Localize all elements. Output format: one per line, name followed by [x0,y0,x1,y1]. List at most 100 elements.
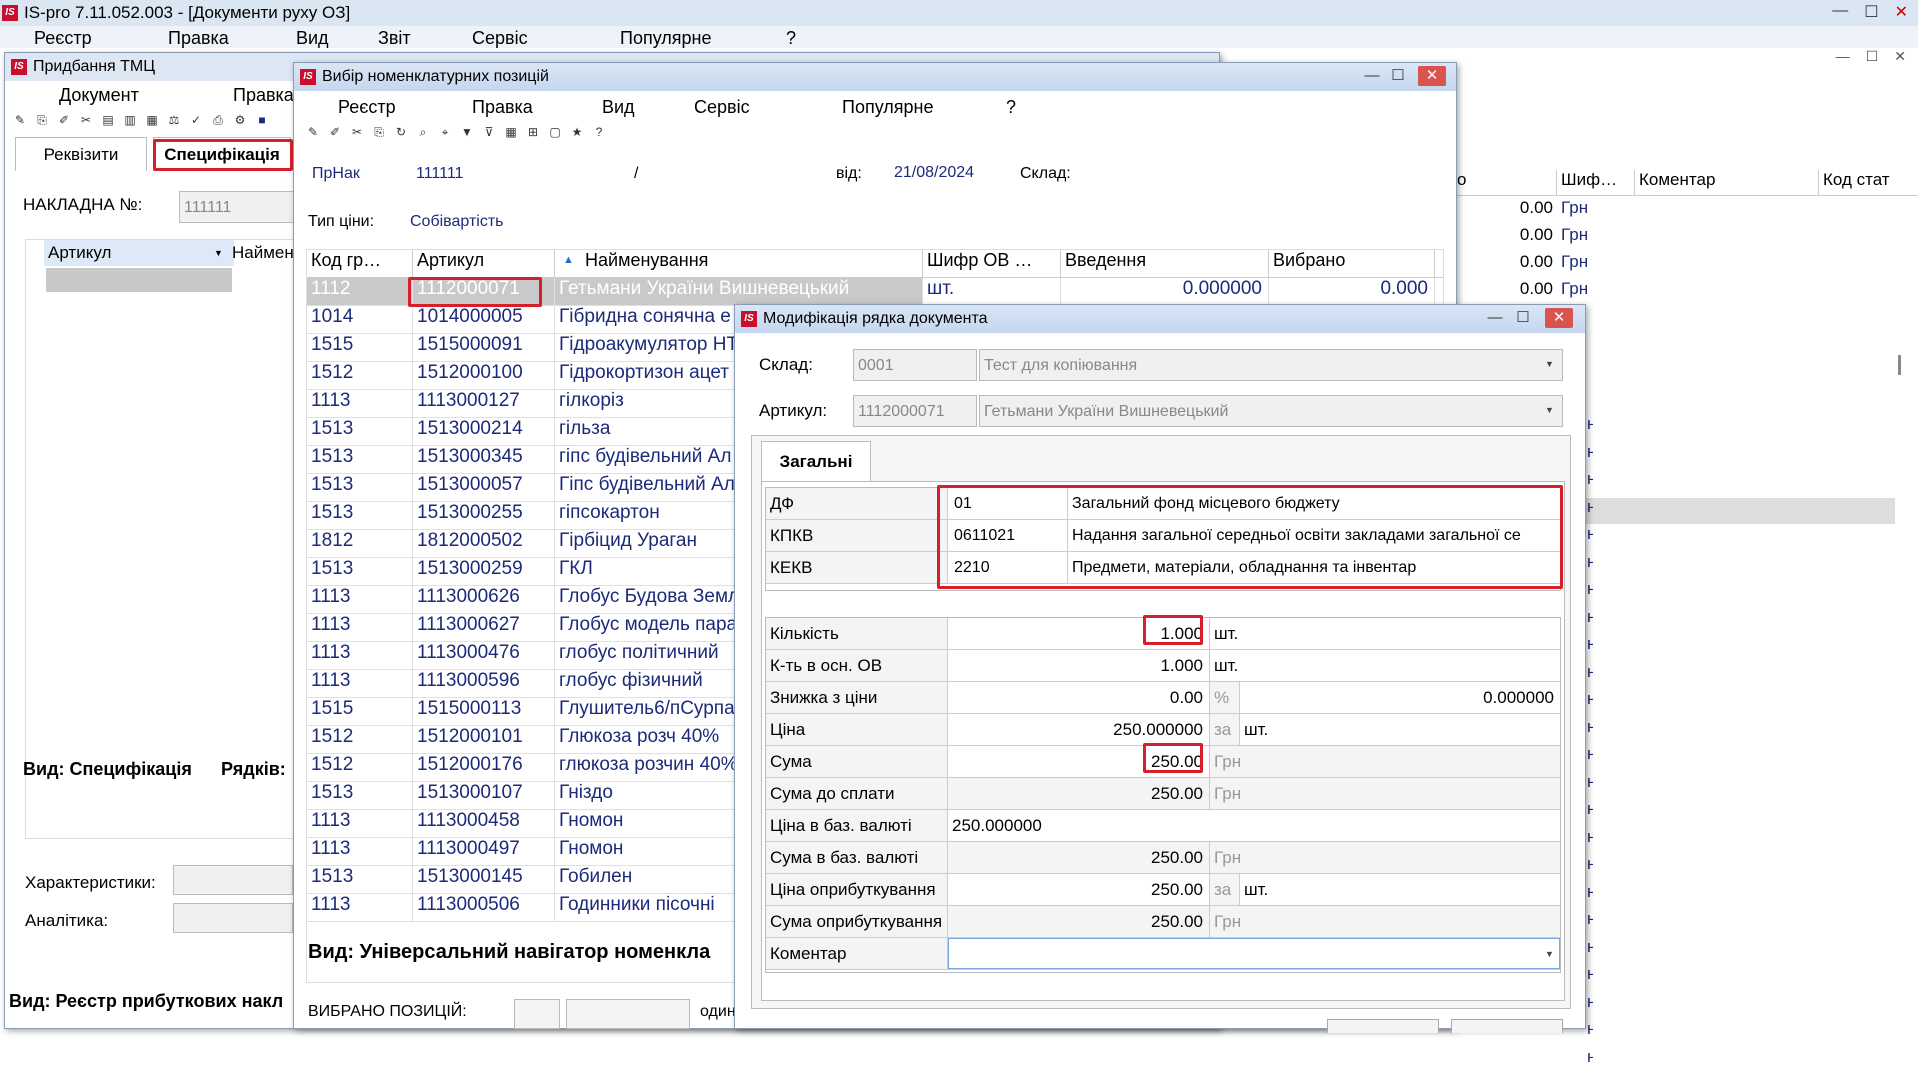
add-icon[interactable]: ✎ [304,123,322,141]
filter-icon[interactable]: ▼ [458,123,476,141]
quantity-row[interactable]: Кількість 1.000 шт. [766,618,1560,650]
price-base-currency-row[interactable]: Ціна в баз. валюті 250.000000 [766,810,1560,842]
dropdown-icon[interactable]: ▼ [1545,405,1554,415]
spec-selected-row[interactable] [46,268,232,292]
edit-icon[interactable]: ✐ [55,111,73,129]
close-icon[interactable]: ✕ [1894,48,1906,65]
price-row[interactable]: Ціна 250.000000 за шт. [766,714,1560,746]
menu-popular[interactable]: Популярне [842,97,934,118]
minimize-icon[interactable]: — [1832,2,1848,22]
menu-popular[interactable]: Популярне [620,28,712,48]
dropdown-icon[interactable]: ▼ [214,248,223,258]
search-icon[interactable]: ⌕ [414,123,432,141]
invoice-number-field[interactable]: 111111 [179,191,299,223]
sum-row[interactable]: Сума 250.00 Грн [766,746,1560,778]
minimize-icon[interactable]: — [1481,308,1509,328]
menu-service[interactable]: Сервіс [694,97,750,118]
menu-view[interactable]: Вид [296,28,329,48]
store-name-field[interactable]: Тест для копіювання [979,349,1563,381]
close-icon[interactable]: ✕ [1418,66,1446,86]
minimize-icon[interactable]: — [1358,66,1386,86]
balance-icon[interactable]: ⚖ [165,111,183,129]
col-code-header[interactable]: Шиф… [1557,170,1635,195]
ok-button[interactable] [1327,1019,1439,1033]
maximize-icon[interactable]: ☐ [1384,66,1412,86]
menu-report[interactable]: Звіт [378,28,411,48]
sum-base-currency-row[interactable]: Сума в баз. валюті 250.00 Грн [766,842,1560,874]
menu-edit[interactable]: Правка [472,97,533,118]
col-article-header[interactable]: Артикул [413,250,555,277]
star-icon[interactable]: ★ [568,123,586,141]
copy-icon[interactable]: ⎘ [33,111,51,129]
col-name-header[interactable]: Найменування [555,250,923,277]
doc-icon[interactable]: ▤ [99,111,117,129]
minimize-icon[interactable]: — [1836,48,1850,65]
maximize-icon[interactable]: ☐ [1509,308,1537,328]
col-group-code-header[interactable]: Код гр… [307,250,413,277]
store-code-field[interactable]: 0001 [853,349,977,381]
code-row-kekv[interactable]: КЕКВ 2210 Предмети, матеріали, обладнання … [766,552,1560,584]
ok-icon[interactable]: ✓ [187,111,205,129]
save-icon[interactable]: ■ [253,111,271,129]
edit-icon[interactable]: ✐ [326,123,344,141]
article-name-field[interactable]: Гетьмани України Вишневецький [979,395,1563,427]
menu-edit[interactable]: Правка [168,28,229,48]
menu-service[interactable]: Сервіс [472,28,528,48]
code-row-df[interactable]: ДФ 01 Загальний фонд місцевого бюджету [766,488,1560,520]
clear-filter-icon[interactable]: ⊽ [480,123,498,141]
characteristics-field[interactable] [173,865,293,895]
menu-registry[interactable]: Реєстр [338,97,396,118]
menu-registry[interactable]: Реєстр [34,28,92,48]
table-row[interactable]: 0.00 Грн [1455,252,1918,279]
print-icon[interactable]: ⎙ [209,111,227,129]
tool-icon[interactable]: ⚙ [231,111,249,129]
help-icon[interactable]: ? [590,123,608,141]
maximize-icon[interactable]: ☐ [1864,2,1878,22]
comment-row[interactable]: Коментар [766,938,1560,970]
menu-document[interactable]: Документ [59,85,139,106]
receipt-sum-row[interactable]: Сума оприбуткування 250.00 Грн [766,906,1560,938]
quantity-base-row[interactable]: К-ть в осн. ОВ 1.000 шт. [766,650,1560,682]
menu-help[interactable]: ? [1006,97,1016,118]
table-icon[interactable]: ▦ [502,123,520,141]
delete-icon[interactable]: ✂ [348,123,366,141]
dropdown-icon[interactable]: ▼ [1545,359,1554,369]
delete-icon[interactable]: ✂ [77,111,95,129]
doc3-icon[interactable]: ▦ [143,111,161,129]
tab-requisites[interactable]: Реквізити [15,137,147,171]
table-row[interactable]: 0.00 Грн [1455,225,1918,252]
tree-icon[interactable]: ⊞ [524,123,542,141]
tab-specification[interactable]: Специфікація [153,137,291,171]
maximize-icon[interactable]: ☐ [1866,48,1879,65]
col-entry-header[interactable]: Введення [1061,250,1269,277]
window-icon[interactable]: ▢ [546,123,564,141]
table-row[interactable]: 0.00 Грн [1455,279,1918,306]
close-icon[interactable]: ✕ [1545,308,1573,328]
article-code-field[interactable]: 1112000071 [853,395,977,427]
table-row[interactable]: 1112 1112000071 Гетьмани України Вишневець… [307,278,1435,306]
col-unit-header[interactable]: Шифр ОВ … [923,250,1061,277]
dropdown-icon[interactable]: ▼ [1545,949,1554,959]
col-article-header[interactable]: Артикул [44,240,234,266]
analytics-field[interactable] [173,903,293,933]
menu-edit[interactable]: Правка [233,85,294,106]
refresh-icon[interactable]: ↻ [392,123,410,141]
doc2-icon[interactable]: ▥ [121,111,139,129]
table-row[interactable]: 0.00 Грн [1455,198,1918,225]
tab-general[interactable]: Загальні [761,441,871,481]
cancel-button[interactable] [1451,1019,1563,1033]
menu-view[interactable]: Вид [602,97,635,118]
menu-help[interactable]: ? [786,28,796,48]
close-icon[interactable]: ✕ [1895,2,1908,22]
col-sum-header[interactable]: о [1455,170,1557,195]
code-row-kpkv[interactable]: КПКВ 0611021 Надання загальної середньої о… [766,520,1560,552]
find-next-icon[interactable]: ⌖ [436,123,454,141]
add-icon[interactable]: ✎ [11,111,29,129]
col-stat-header[interactable]: Код стат [1819,170,1909,195]
discount-row[interactable]: Знижка з ціни 0.00% 0.000000 [766,682,1560,714]
receipt-price-row[interactable]: Ціна оприбуткування 250.00 за шт. [766,874,1560,906]
col-comment-header[interactable]: Коментар [1635,170,1819,195]
sum-to-pay-row[interactable]: Сума до сплати 250.00 Грн [766,778,1560,810]
copy-icon[interactable]: ⎘ [370,123,388,141]
col-chosen-header[interactable]: Вибрано [1269,250,1435,277]
